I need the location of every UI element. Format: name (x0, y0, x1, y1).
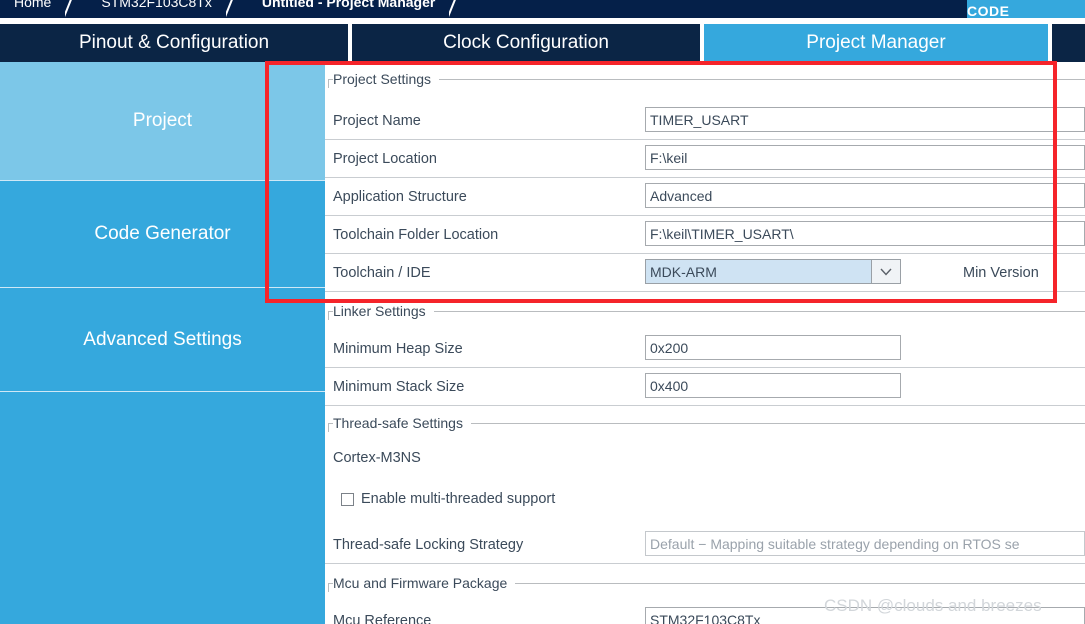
group-title-project-settings: Project Settings (333, 70, 440, 88)
tab-clock-configuration[interactable]: Clock Configuration (352, 24, 700, 62)
breadcrumb-item-home[interactable]: Home (0, 0, 65, 17)
group-title-linker-settings: Linker Settings (333, 302, 434, 320)
checkbox-label: Enable multi-threaded support (361, 491, 556, 507)
breadcrumb: Home STM32F103C8Tx Untitled - Project Ma… (0, 0, 471, 17)
group-rule (328, 79, 1085, 80)
project-manager-sidebar: Project Code Generator Advanced Settings (0, 62, 325, 624)
label-thread-safe-locking-strategy: Thread-safe Locking Strategy (333, 536, 524, 553)
group-edge (328, 311, 329, 320)
breadcrumb-separator-icon (449, 0, 471, 17)
breadcrumb-bar: Home STM32F103C8Tx Untitled - Project Ma… (0, 0, 1085, 18)
label-toolchain-ide: Toolchain / IDE (333, 264, 431, 281)
group-edge (328, 79, 329, 88)
project-settings-panel: Project Settings Project Name TIMER_USAR… (325, 62, 1085, 624)
row-toolchain-folder-location: Toolchain Folder Location F:\keil\TIMER_… (325, 216, 1085, 254)
checkbox-enable-multi-threaded-support[interactable]: Enable multi-threaded support (341, 491, 555, 507)
select-toolchain-ide[interactable]: MDK-ARM (645, 259, 901, 284)
label-toolchain-folder-location: Toolchain Folder Location (333, 226, 499, 243)
label-application-structure: Application Structure (333, 188, 467, 205)
row-project-name: Project Name TIMER_USART (325, 102, 1085, 140)
input-minimum-stack-size[interactable]: 0x400 (645, 373, 901, 398)
group-rule (328, 311, 1085, 312)
breadcrumb-separator-icon (65, 0, 87, 17)
label-min-version: Min Version (963, 264, 1039, 281)
row-minimum-stack-size: Minimum Stack Size 0x400 (325, 368, 1085, 406)
group-title-thread-safe-settings: Thread-safe Settings (333, 414, 471, 432)
select-thread-safe-locking-strategy[interactable]: Default − Mapping suitable strategy depe… (645, 531, 1085, 556)
label-project-name: Project Name (333, 112, 421, 129)
main-tab-bar: Pinout & Configuration Clock Configurati… (0, 18, 1085, 62)
label-minimum-heap-size: Minimum Heap Size (333, 340, 463, 357)
label-mcu-reference: Mcu Reference (333, 612, 432, 624)
tab-project-manager[interactable]: Project Manager (704, 24, 1048, 62)
row-project-location: Project Location F:\keil (325, 140, 1085, 178)
label-project-location: Project Location (333, 150, 437, 167)
input-project-name[interactable]: TIMER_USART (645, 107, 1085, 132)
breadcrumb-separator-icon (226, 0, 248, 17)
sidebar-item-project[interactable]: Project (0, 62, 325, 180)
chevron-down-icon[interactable] (871, 260, 900, 283)
watermark-text: CSDN @clouds and breezes (824, 596, 1042, 615)
select-toolchain-ide-value: MDK-ARM (650, 263, 717, 280)
row-thread-safe-locking-strategy: Thread-safe Locking Strategy Default − M… (325, 526, 1085, 564)
sidebar-item-advanced-settings[interactable]: Advanced Settings (0, 287, 325, 391)
label-core-name: Cortex-M3NS (333, 450, 421, 466)
group-title-mcu-firmware-package: Mcu and Firmware Package (333, 574, 516, 592)
sidebar-item-code-generator[interactable]: Code Generator (0, 180, 325, 287)
label-minimum-stack-size: Minimum Stack Size (333, 378, 465, 395)
sidebar-filler (0, 391, 325, 624)
generate-code-button[interactable]: GENERATE CODE (967, 0, 1085, 18)
input-minimum-heap-size[interactable]: 0x200 (645, 335, 901, 360)
tab-pinout-configuration[interactable]: Pinout & Configuration (0, 24, 348, 62)
row-toolchain-ide: Toolchain / IDE MDK-ARM Min Version (325, 254, 1085, 292)
breadcrumb-item-mcu[interactable]: STM32F103C8Tx (87, 0, 225, 17)
row-application-structure: Application Structure Advanced (325, 178, 1085, 216)
input-project-location[interactable]: F:\keil (645, 145, 1085, 170)
tab-tools[interactable] (1052, 24, 1085, 62)
cubemx-window: Home STM32F103C8Tx Untitled - Project Ma… (0, 0, 1085, 624)
checkbox-icon[interactable] (341, 492, 354, 506)
input-toolchain-folder-location[interactable]: F:\keil\TIMER_USART\ (645, 221, 1085, 246)
row-minimum-heap-size: Minimum Heap Size 0x200 (325, 330, 1085, 368)
group-edge (328, 583, 329, 592)
group-edge (328, 423, 329, 432)
breadcrumb-item-current[interactable]: Untitled - Project Manager (248, 0, 449, 17)
input-application-structure[interactable]: Advanced (645, 183, 1085, 208)
